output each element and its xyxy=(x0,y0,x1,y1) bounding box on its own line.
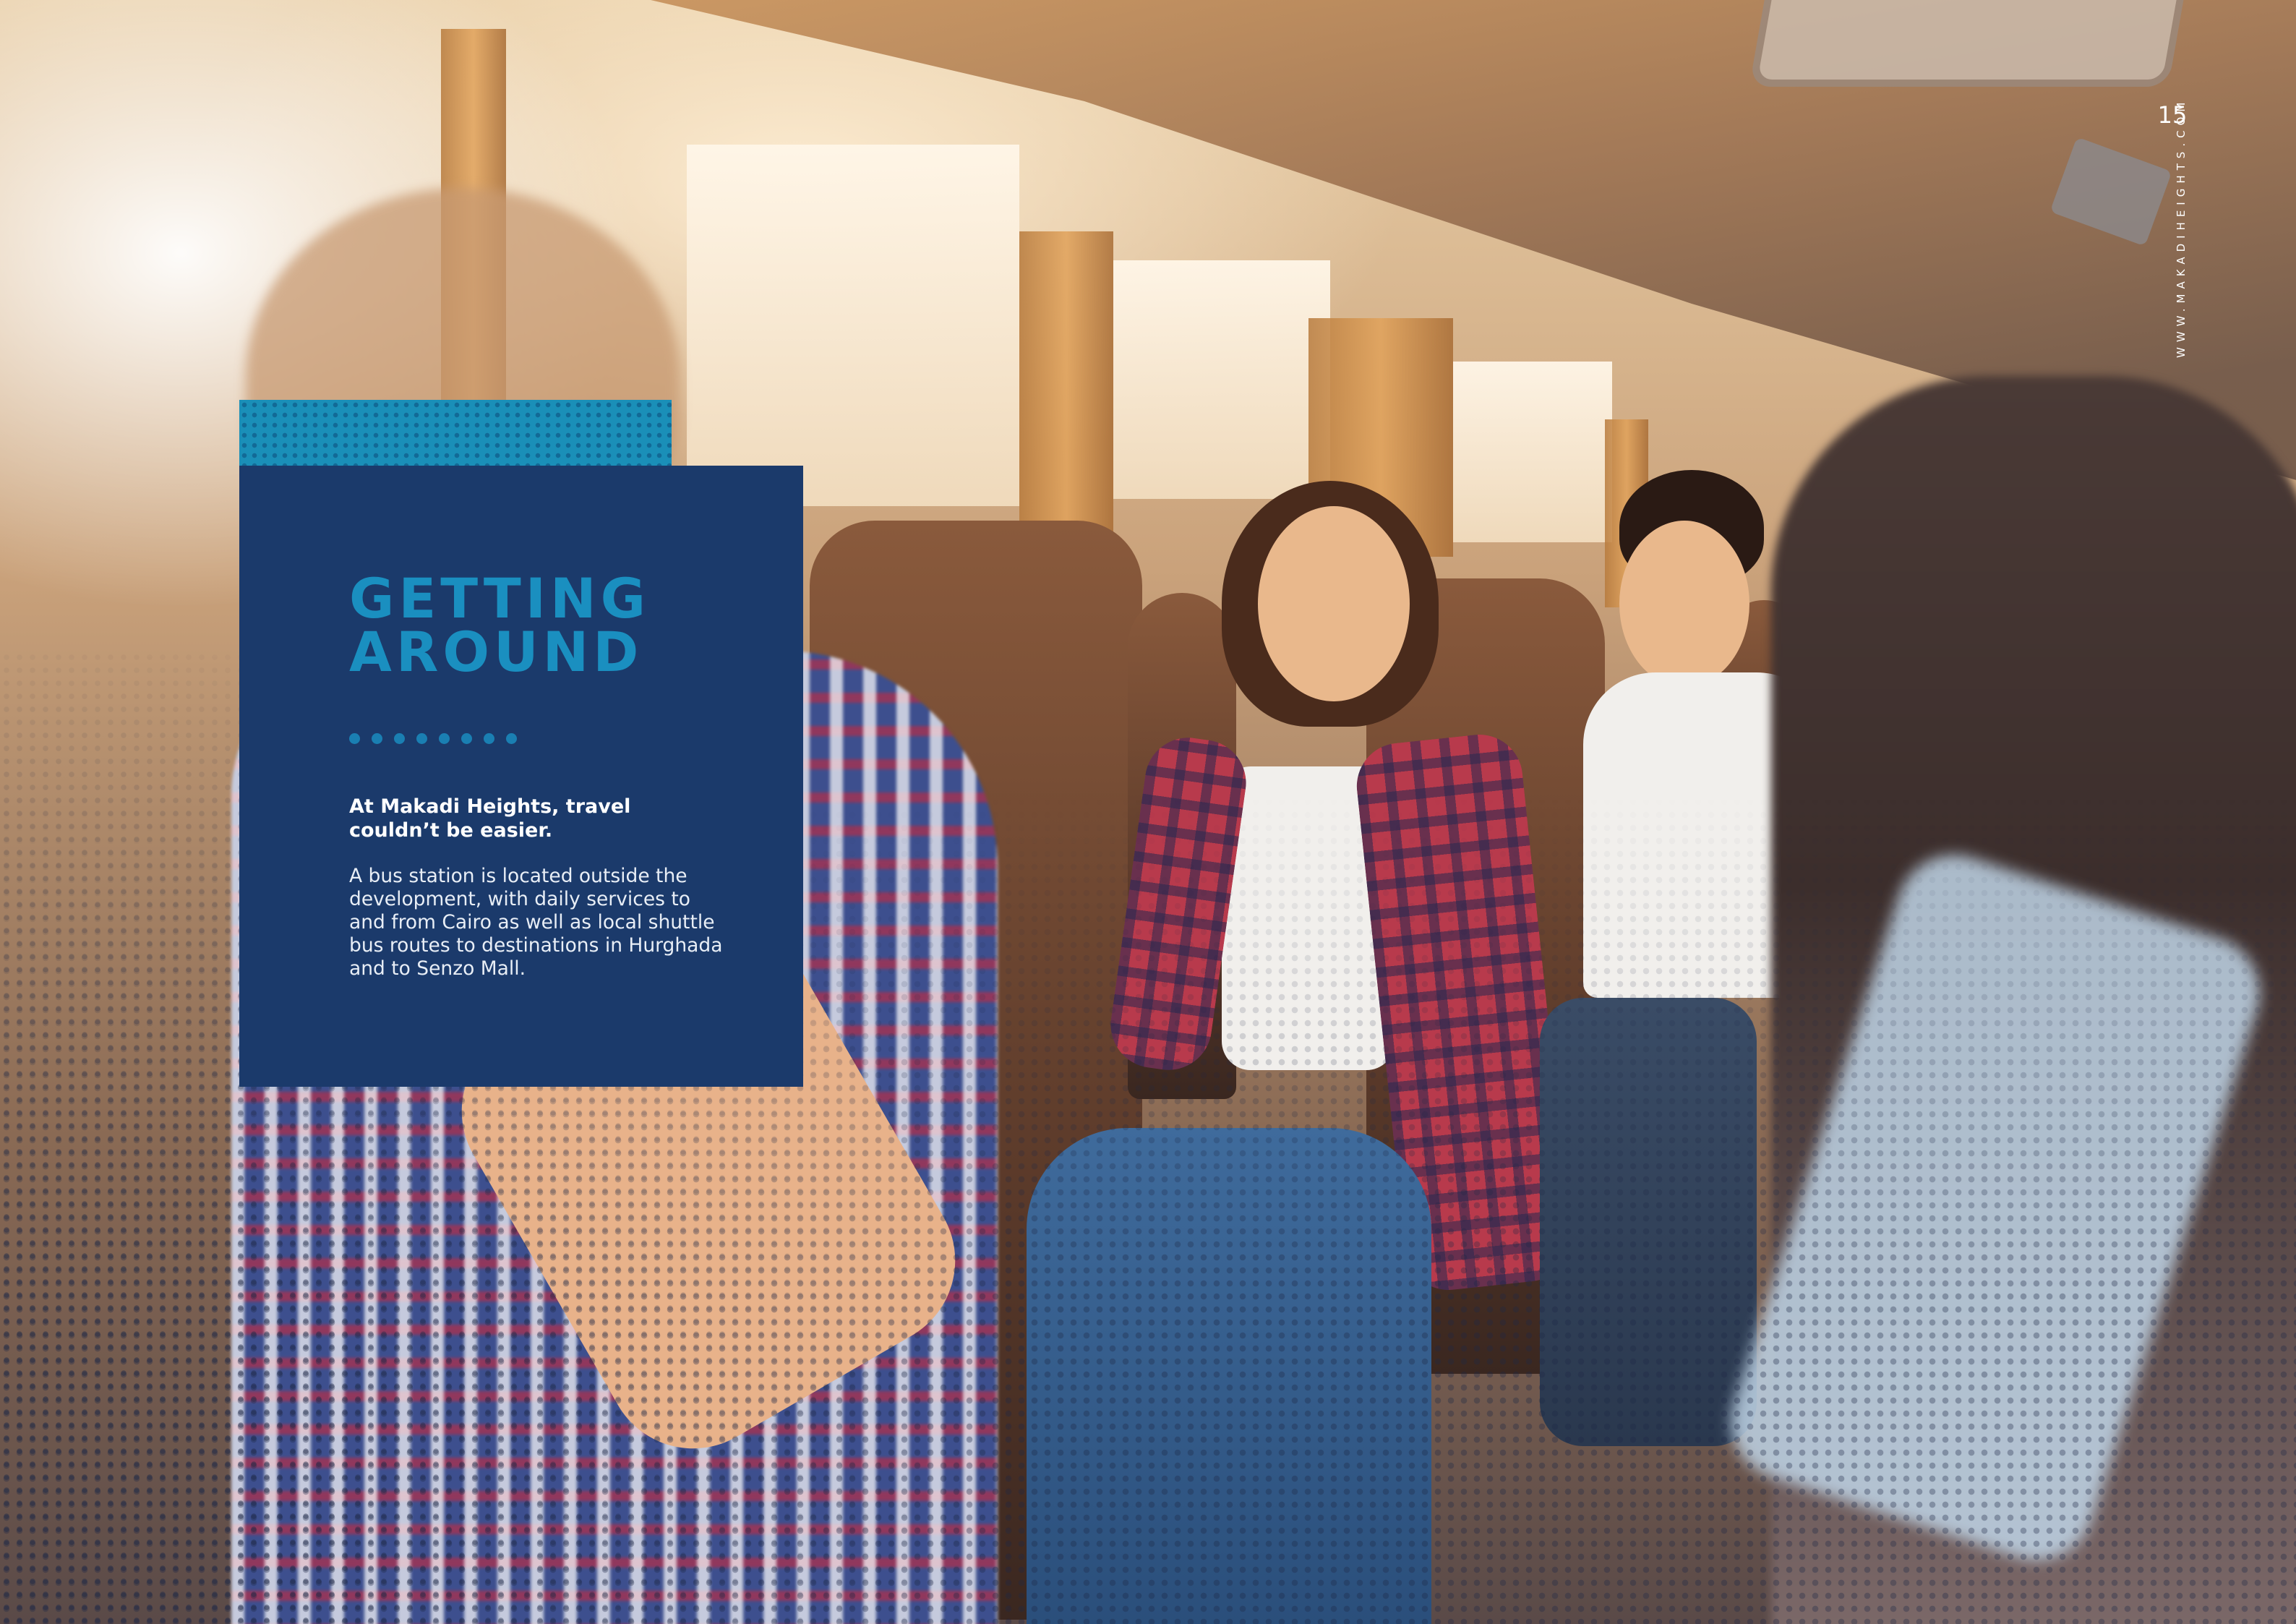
page-number: 15 xyxy=(2157,101,2188,129)
divider-dot xyxy=(484,733,494,744)
bus-window xyxy=(1453,362,1612,542)
window-curtain xyxy=(1019,231,1113,535)
passenger-face xyxy=(1619,521,1749,687)
divider-dot xyxy=(506,733,517,744)
divider-dot xyxy=(439,733,450,744)
divider-dot xyxy=(461,733,472,744)
section-title: GETTING AROUND xyxy=(349,566,650,684)
divider-dot xyxy=(349,733,360,744)
card-accent-bar xyxy=(239,400,672,469)
body-paragraph: A bus station is located outside the dev… xyxy=(349,865,723,980)
dot-divider xyxy=(349,733,517,744)
divider-dot xyxy=(372,733,382,744)
divider-dot xyxy=(416,733,427,744)
bus-window xyxy=(1113,260,1330,499)
lead-paragraph: At Makadi Heights, travel couldn’t be ea… xyxy=(349,795,631,842)
divider-dot xyxy=(394,733,405,744)
passenger-face xyxy=(1258,506,1410,701)
ceiling-hatch xyxy=(1749,0,2184,87)
bus-window xyxy=(687,145,1019,506)
website-url: WWW.MAKADIHEIGHTS.COM xyxy=(2175,97,2188,358)
getting-around-card: GETTING AROUND At Makadi Heights, travel… xyxy=(239,466,803,1087)
